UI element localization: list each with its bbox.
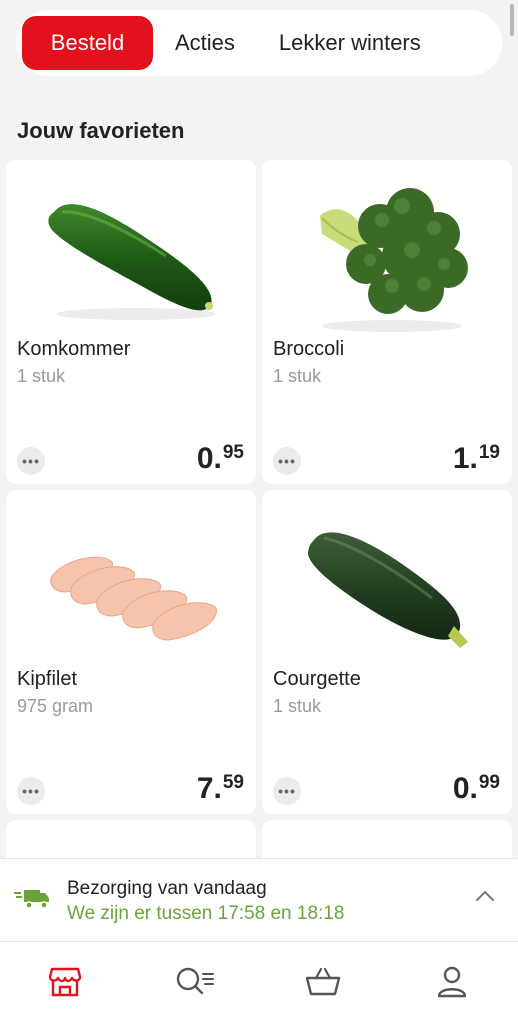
product-unit: 1 stuk bbox=[273, 696, 322, 716]
product-unit: 1 stuk bbox=[273, 366, 322, 386]
product-name: Kipfilet bbox=[17, 668, 78, 690]
profile-icon bbox=[437, 966, 467, 998]
product-name: Komkommer bbox=[17, 338, 131, 360]
product-card-komkommer[interactable]: Komkommer 1 stuk ••• 0. 95 bbox=[6, 160, 256, 484]
section-title: Jouw favorieten bbox=[17, 118, 185, 143]
nav-basket[interactable] bbox=[303, 962, 343, 1002]
delivery-time: We zijn er tussen 17:58 en 18:18 bbox=[67, 903, 345, 924]
zucchini-image bbox=[308, 532, 468, 648]
chicken-fillet-image bbox=[50, 556, 217, 641]
bottom-navigation bbox=[0, 942, 518, 1024]
more-options-button[interactable]: ••• bbox=[273, 447, 301, 475]
chevron-up-icon[interactable] bbox=[474, 889, 496, 903]
product-price: 1. 19 bbox=[452, 442, 500, 475]
delivery-truck-icon bbox=[14, 890, 49, 909]
product-card-courgette[interactable]: Courgette 1 stuk ••• 0. 99 bbox=[262, 490, 512, 814]
product-price: 7. 59 bbox=[196, 772, 244, 805]
store-icon bbox=[48, 967, 82, 997]
product-card-broccoli[interactable]: Broccoli 1 stuk ••• 1. 19 bbox=[262, 160, 512, 484]
nav-profile[interactable] bbox=[432, 962, 472, 1002]
nav-store[interactable] bbox=[45, 962, 85, 1002]
more-options-button[interactable]: ••• bbox=[17, 447, 45, 475]
product-card-kipfilet[interactable]: Kipfilet 975 gram ••• 7. 59 bbox=[6, 490, 256, 814]
product-name: Broccoli bbox=[273, 338, 345, 360]
product-name: Courgette bbox=[273, 668, 361, 690]
delivery-title: Bezorging van vandaag bbox=[67, 878, 267, 899]
broccoli-image bbox=[320, 188, 468, 332]
product-unit: 975 gram bbox=[17, 696, 94, 716]
product-unit: 1 stuk bbox=[17, 366, 66, 386]
tab-acties[interactable]: Acties bbox=[153, 16, 257, 70]
tab-lekker-winters[interactable]: Lekker winters bbox=[257, 16, 443, 70]
product-price: 0. 99 bbox=[452, 772, 500, 805]
more-options-button[interactable]: ••• bbox=[17, 777, 45, 805]
basket-icon bbox=[305, 967, 341, 996]
product-price: 0. 95 bbox=[196, 442, 244, 475]
cucumber-image bbox=[48, 204, 216, 320]
search-list-icon bbox=[176, 967, 214, 995]
nav-search[interactable] bbox=[175, 962, 215, 1002]
delivery-banner[interactable]: Bezorging van vandaag We zijn er tussen … bbox=[0, 858, 518, 942]
tab-besteld[interactable]: Besteld bbox=[22, 16, 153, 70]
scrollbar[interactable] bbox=[510, 4, 514, 36]
more-options-button[interactable]: ••• bbox=[273, 777, 301, 805]
category-tabs: Besteld Acties Lekker winters bbox=[16, 10, 502, 76]
